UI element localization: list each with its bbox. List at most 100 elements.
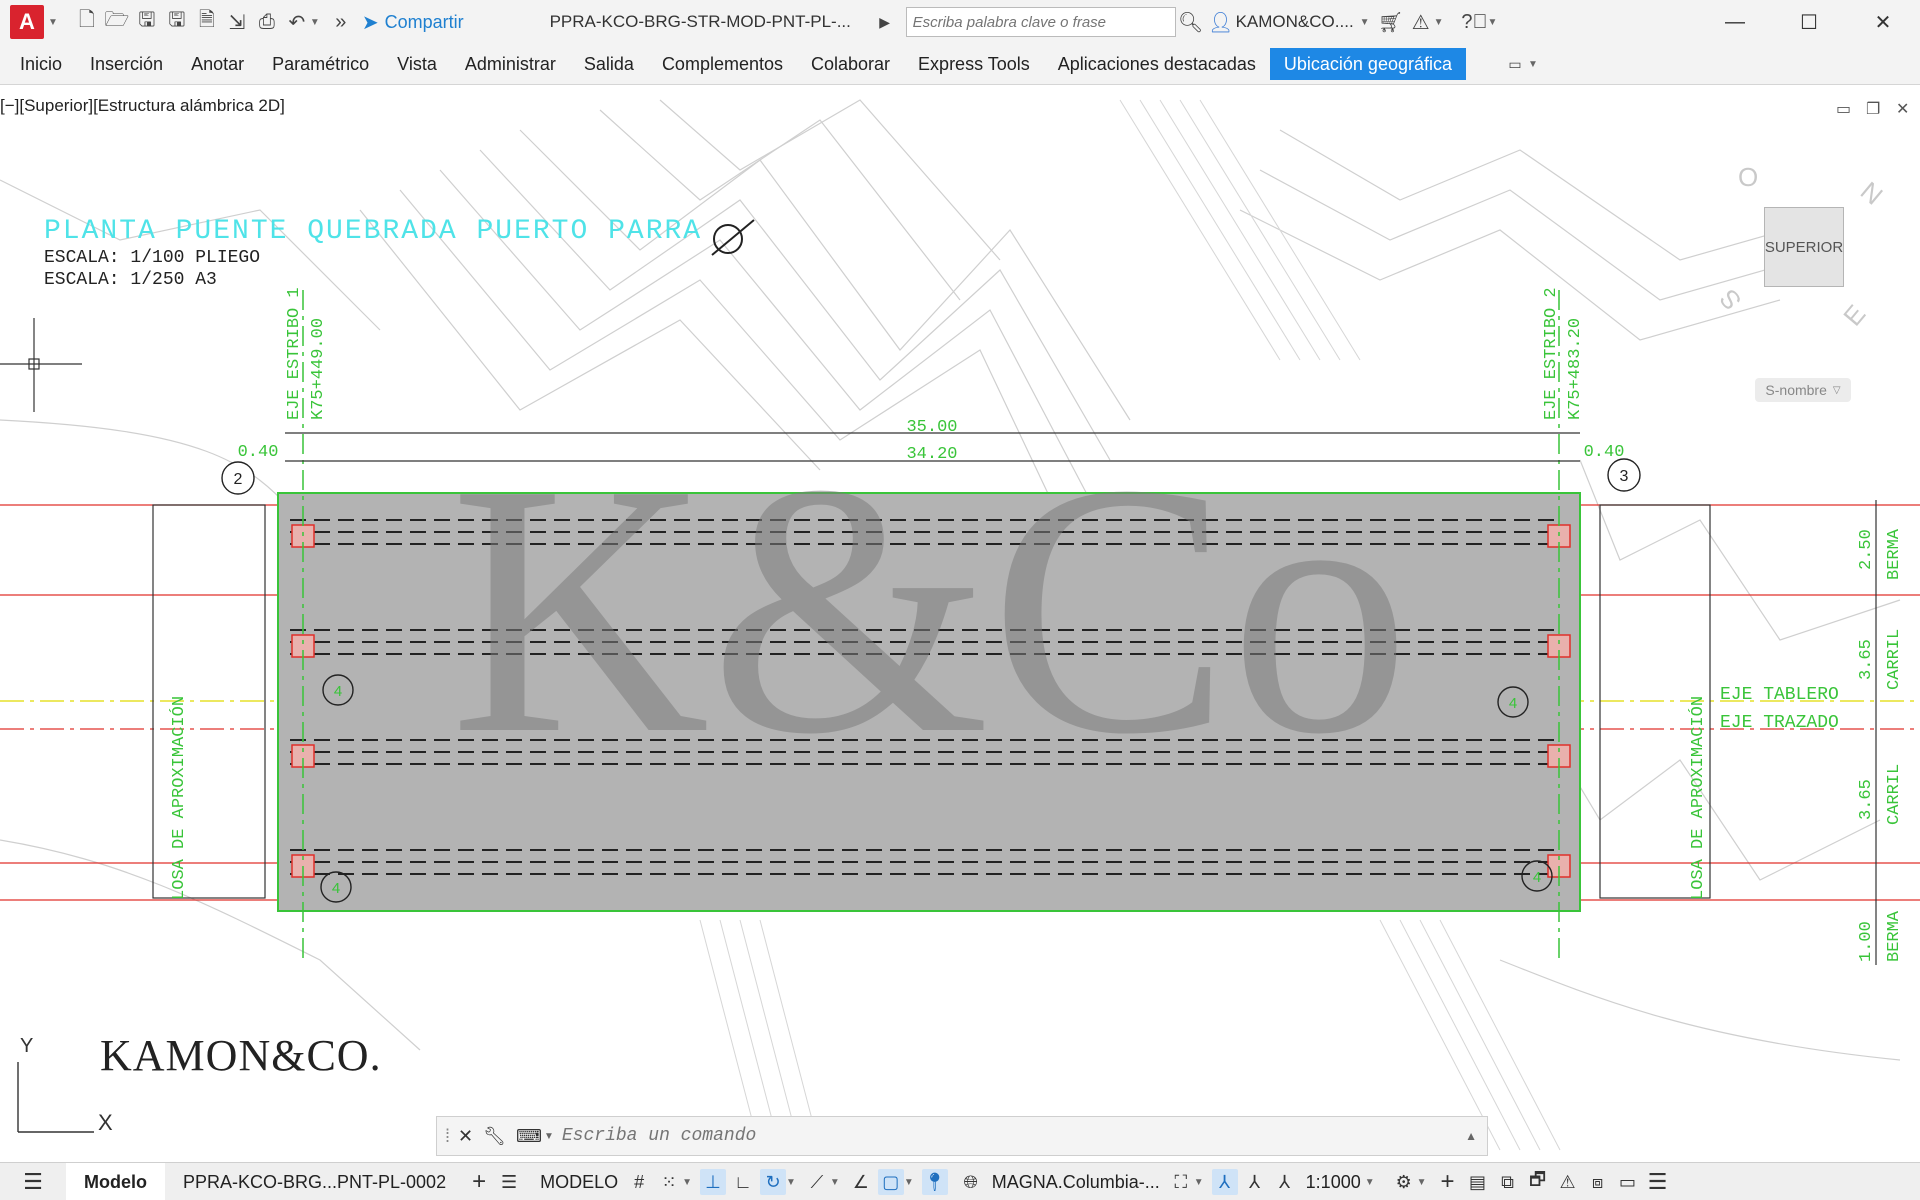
- tab-aplicaciones-destacadas[interactable]: Aplicaciones destacadas: [1044, 48, 1270, 80]
- dim-total: 35.00: [906, 418, 957, 437]
- tab-model[interactable]: Modelo: [66, 1163, 165, 1200]
- maximize-button[interactable]: ☐: [1772, 0, 1846, 44]
- app-letter: A: [19, 9, 35, 34]
- space-toggle[interactable]: MODELO: [534, 1163, 624, 1200]
- tab-inicio[interactable]: Inicio: [6, 48, 76, 80]
- grid-icon[interactable]: #: [626, 1169, 652, 1195]
- command-customize-icon[interactable]: 🔧︎: [483, 1126, 506, 1147]
- autodesk-app-icon[interactable]: ⚠︎: [1406, 7, 1436, 37]
- tab-colaborar[interactable]: Colaborar: [797, 48, 904, 80]
- isometric-icon[interactable]: ⟋: [804, 1169, 830, 1195]
- abutment-1-label: EJE ESTRIBO 1: [285, 287, 304, 420]
- command-expand-icon[interactable]: ▲: [1465, 1129, 1477, 1143]
- open-folder-icon[interactable]: 🗁: [102, 7, 132, 37]
- close-button[interactable]: ✕: [1846, 0, 1920, 44]
- drawing-canvas[interactable]: K&Co PLANTA PUENTE QUEBRADA PUERTO PARRA…: [0, 85, 1920, 1155]
- ribbon-panel-chevron-icon[interactable]: ▼: [1528, 59, 1538, 70]
- save-to-web-icon[interactable]: 🗎: [192, 7, 222, 37]
- help-icon[interactable]: ?⃝: [1459, 7, 1489, 37]
- workspace-gear-icon[interactable]: ⚙: [1391, 1169, 1417, 1195]
- object-snap-chevron-icon[interactable]: ▼: [904, 1177, 914, 1188]
- tab-layout[interactable]: PPRA-KCO-BRG...PNT-PL-0002: [165, 1163, 464, 1200]
- command-input[interactable]: [559, 1125, 1444, 1147]
- tab-complementos[interactable]: Complementos: [648, 48, 797, 80]
- tab-administrar[interactable]: Administrar: [451, 48, 570, 80]
- scale-label-2: ESCALA: 1/250 A3: [44, 270, 217, 290]
- user-name[interactable]: KAMON&CO....: [1236, 12, 1354, 32]
- infer-constraints-icon[interactable]: ⊥: [700, 1169, 726, 1195]
- tab-salida[interactable]: Salida: [570, 48, 648, 80]
- side-dim-4-label: BERMA: [1885, 910, 1904, 962]
- chevron-right-icon[interactable]: ▶: [870, 7, 900, 37]
- redo-icon[interactable]: »: [326, 7, 356, 37]
- command-history-icon[interactable]: ⌨: [516, 1126, 542, 1147]
- annotation-visibility-icon[interactable]: ⅄: [1211, 1169, 1238, 1195]
- user-chevron-icon[interactable]: ▼: [1360, 17, 1370, 28]
- annotation-scale-chevron-icon[interactable]: ▼: [1365, 1177, 1375, 1188]
- import-icon[interactable]: ⇲: [222, 7, 252, 37]
- coordinate-system[interactable]: MAGNA.Columbia-...: [986, 1163, 1166, 1200]
- command-history-chevron-icon[interactable]: ▼: [544, 1131, 554, 1142]
- object-snap-tracking-icon[interactable]: ∠: [848, 1169, 874, 1195]
- customization-icon[interactable]: ☰: [1645, 1169, 1671, 1195]
- selection-cycling-icon[interactable]: ⛶: [1168, 1169, 1194, 1195]
- wcs-menu[interactable]: S-nombre ▽: [1755, 378, 1851, 402]
- minimize-button[interactable]: —: [1698, 0, 1772, 44]
- snap-chevron-icon[interactable]: ▼: [682, 1177, 692, 1188]
- annotation-scale-icon[interactable]: ⅄: [1272, 1169, 1298, 1195]
- isolate-objects-icon[interactable]: ⚠︎: [1555, 1169, 1581, 1195]
- print-icon[interactable]: ⎙: [252, 7, 282, 37]
- save-icon[interactable]: 🖫: [132, 7, 162, 37]
- add-layout-icon[interactable]: +: [466, 1168, 492, 1195]
- ribbon-panel-toggle-icon[interactable]: ▭: [1500, 49, 1530, 79]
- app-menu-chevron-icon[interactable]: ▼: [48, 17, 58, 28]
- tab-parametrico[interactable]: Paramétrico: [258, 48, 383, 80]
- tab-vista[interactable]: Vista: [383, 48, 451, 80]
- app-menu-button[interactable]: A: [10, 5, 44, 39]
- save-as-icon[interactable]: 🖫: [162, 7, 192, 37]
- search-input[interactable]: [905, 7, 1176, 37]
- cart-icon[interactable]: 🛒︎: [1376, 7, 1406, 37]
- viewport-minimize-icon[interactable]: ▭: [1836, 99, 1851, 119]
- undo-chevron-icon[interactable]: ▼: [310, 17, 320, 28]
- globe-icon[interactable]: 🌐︎: [958, 1169, 984, 1195]
- polar-tracking-icon[interactable]: ↻: [760, 1169, 786, 1195]
- viewport-controls-label[interactable]: [−][Superior][Estructura alámbrica 2D]: [0, 96, 285, 116]
- snap-icon[interactable]: ⁙: [656, 1169, 682, 1195]
- clean-screen-icon[interactable]: ▭: [1615, 1169, 1641, 1195]
- tab-anotar[interactable]: Anotar: [177, 48, 258, 80]
- selection-chevron-icon[interactable]: ▼: [1194, 1177, 1204, 1188]
- annotation-scale[interactable]: 1:1000: [1300, 1163, 1367, 1200]
- graphics-performance-icon[interactable]: ⧈: [1585, 1169, 1611, 1195]
- apps-chevron-icon[interactable]: ▼: [1434, 17, 1444, 28]
- viewcube[interactable]: SUPERIOR: [1764, 207, 1844, 287]
- layout-menu-icon[interactable]: ☰: [20, 1169, 46, 1195]
- ortho-icon[interactable]: ∟: [730, 1169, 756, 1195]
- geolocation-icon[interactable]: 📍︎: [921, 1169, 948, 1195]
- viewport-restore-icon[interactable]: ❐: [1866, 99, 1880, 119]
- lock-ui-icon[interactable]: 🗗: [1525, 1169, 1551, 1195]
- layout-list-icon[interactable]: ☰: [496, 1169, 522, 1195]
- deck-axis-label: EJE TABLERO: [1720, 685, 1839, 705]
- undo-icon[interactable]: ↶: [282, 7, 312, 37]
- viewport-close-icon[interactable]: ✕: [1896, 99, 1909, 119]
- units-icon[interactable]: ▤: [1465, 1169, 1491, 1195]
- object-snap-icon[interactable]: ▢: [877, 1169, 904, 1195]
- isometric-chevron-icon[interactable]: ▼: [830, 1177, 840, 1188]
- new-file-icon[interactable]: 🗋: [72, 7, 102, 37]
- tab-ubicacion-geografica[interactable]: Ubicación geográfica: [1269, 48, 1466, 80]
- polar-chevron-icon[interactable]: ▼: [786, 1177, 796, 1188]
- user-icon[interactable]: 👤︎: [1206, 7, 1236, 37]
- command-grip-icon[interactable]: ⁞: [445, 1126, 450, 1147]
- help-chevron-icon[interactable]: ▼: [1487, 17, 1497, 28]
- tab-express-tools[interactable]: Express Tools: [904, 48, 1044, 80]
- auto-scale-icon[interactable]: ⅄: [1242, 1169, 1268, 1195]
- command-close-icon[interactable]: ✕: [458, 1126, 473, 1147]
- annotation-monitor-icon[interactable]: +: [1435, 1168, 1461, 1195]
- compass-west[interactable]: O: [1738, 162, 1758, 193]
- share-button[interactable]: ➤ Compartir: [362, 10, 464, 35]
- workspace-chevron-icon[interactable]: ▼: [1417, 1177, 1427, 1188]
- tab-insercion[interactable]: Inserción: [76, 48, 177, 80]
- quick-properties-icon[interactable]: ⧉: [1495, 1169, 1521, 1195]
- search-icon[interactable]: 🔍︎: [1176, 7, 1206, 37]
